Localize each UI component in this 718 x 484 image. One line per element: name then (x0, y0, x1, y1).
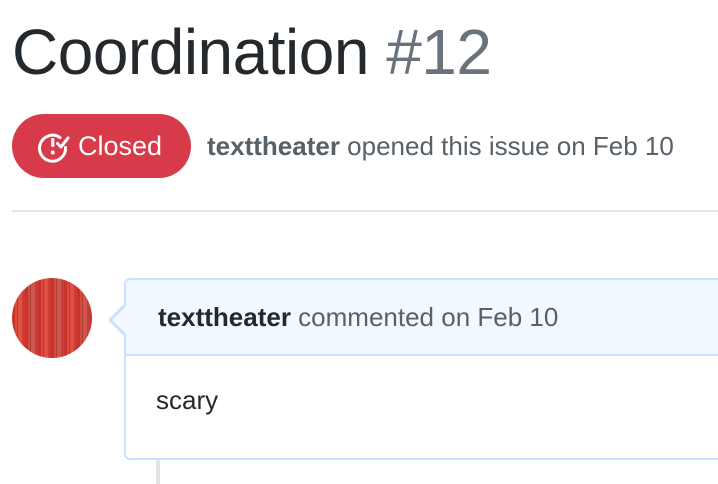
issue-meta: Closed texttheater opened this issue on … (12, 114, 674, 178)
issue-number: #12 (386, 16, 492, 88)
issue-opened-text: opened this issue on Feb 10 (347, 130, 674, 161)
status-badge: Closed (12, 114, 191, 178)
issue-page: Coordination #12 Closed texttheater open… (0, 0, 718, 484)
issue-title: Coordination #12 (12, 14, 492, 90)
avatar[interactable] (12, 278, 92, 358)
comment-body: scary (156, 385, 219, 415)
comment-author-link[interactable]: texttheater (158, 302, 291, 333)
issue-author-link[interactable]: texttheater (207, 131, 340, 161)
comment-header: texttheater commented on Feb 10 (126, 280, 718, 356)
comment-caret-fill (112, 306, 126, 334)
timeline-line (156, 458, 160, 484)
header-divider (12, 210, 718, 212)
issue-closed-icon (38, 133, 70, 163)
comment-action-text: commented on Feb 10 (298, 301, 559, 332)
issue-title-text: Coordination (12, 16, 369, 88)
comment-box: texttheater commented on Feb 10 scary (108, 278, 718, 460)
status-badge-label: Closed (78, 130, 163, 161)
issue-opened-info: texttheater opened this issue on Feb 10 (207, 131, 674, 162)
